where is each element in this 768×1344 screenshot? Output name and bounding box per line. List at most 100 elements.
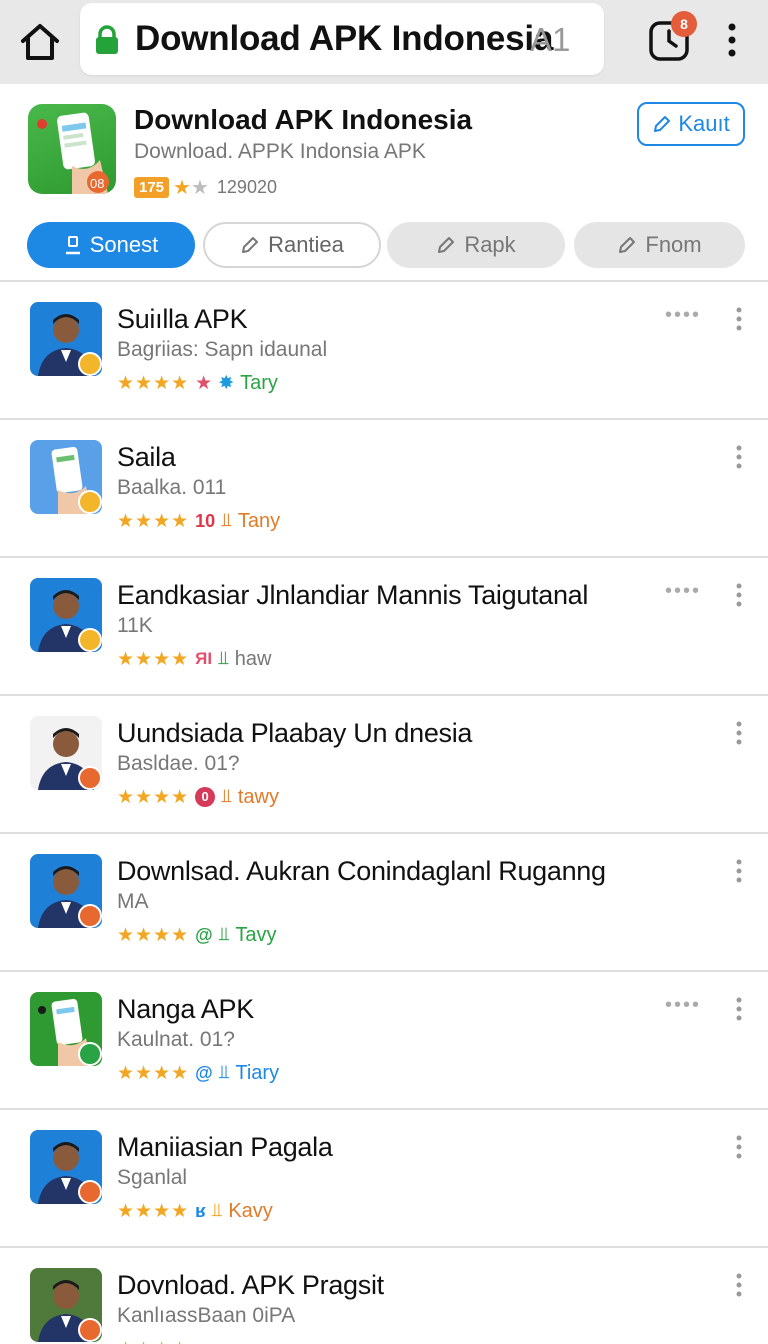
list-item[interactable]: Saila Baalka. 011 ★★★★ 10 ⫫ Tany bbox=[0, 420, 768, 558]
more-dots-icon: •••• bbox=[665, 580, 702, 602]
item-tag: Tary bbox=[240, 371, 278, 394]
circle-icon: 0 bbox=[195, 787, 216, 807]
chart-icon: ⫫ bbox=[211, 1200, 223, 1221]
chip-label: Rapk bbox=[464, 232, 516, 257]
rating-stars: ★★ bbox=[173, 176, 209, 199]
app-list: Suiılla APK Bagriias: Sapn idaunal ★★★★ … bbox=[0, 282, 768, 1344]
app-subtitle: Download. APPK Indonsia APK bbox=[134, 140, 426, 163]
item-subtitle: Baalka. 011 bbox=[117, 476, 227, 499]
chip-label: Rantiea bbox=[268, 232, 344, 257]
chip-rantiea[interactable]: Rantiea bbox=[203, 222, 381, 268]
chip-sonest[interactable]: Sonest bbox=[27, 222, 195, 268]
browser-toolbar: Download APK Indonesia A1 8 bbox=[0, 0, 768, 84]
verified-badge-icon bbox=[78, 904, 102, 928]
item-subtitle: Sganlal bbox=[117, 1166, 188, 1189]
kebab-menu-icon[interactable] bbox=[730, 856, 748, 886]
list-item[interactable]: Suiılla APK Bagriias: Sapn idaunal ★★★★ … bbox=[0, 282, 768, 420]
item-title: Downlsad. Aukran Conindaglanl Ruganng bbox=[117, 856, 606, 886]
pink-star-icon: ★ bbox=[195, 372, 213, 394]
kebab-menu-icon[interactable] bbox=[730, 1132, 748, 1162]
ring-icon: @ bbox=[195, 1062, 213, 1083]
kebab-menu-icon[interactable] bbox=[730, 442, 748, 472]
item-title: Maniiasian Pagala bbox=[117, 1132, 333, 1162]
rating-badge: 175 bbox=[134, 176, 170, 198]
chip-label: Sonest bbox=[89, 232, 159, 257]
item-tag: haw bbox=[234, 647, 272, 670]
pencil-icon bbox=[654, 116, 671, 132]
rating-stars: ★★★★ bbox=[117, 1062, 190, 1084]
pencil-icon bbox=[242, 237, 259, 253]
address-bar[interactable]: Download APK Indonesia A1 bbox=[80, 3, 604, 75]
list-item[interactable]: Uundsiada Plaabay Un dnesia Basldae. 01?… bbox=[0, 696, 768, 834]
rating-stars: ★★★★ bbox=[117, 1338, 189, 1344]
verified-badge-icon bbox=[78, 352, 102, 376]
svg-text:08: 08 bbox=[90, 176, 104, 191]
chart-icon: ⫫ bbox=[218, 924, 230, 945]
app-title: Download APK Indonesia bbox=[134, 104, 473, 135]
item-title: Eandkasiar Jlnlandiar Mannis Taigutanal bbox=[117, 580, 589, 610]
item-subtitle: 11K bbox=[117, 614, 153, 637]
verified-badge-icon bbox=[78, 766, 102, 790]
install-button[interactable]: Kauıt bbox=[637, 102, 745, 146]
item-meta: ★★★★ ЯΙ ⫫ haw bbox=[117, 646, 271, 672]
kebab-menu-icon[interactable] bbox=[730, 994, 748, 1024]
bookmark-icon: ʁ bbox=[195, 1200, 206, 1221]
person-icon bbox=[65, 236, 80, 255]
kebab-menu-icon[interactable] bbox=[730, 1270, 748, 1300]
rating-stars: ★★★★ bbox=[117, 372, 190, 394]
chart-icon: ⫫ bbox=[221, 510, 232, 531]
item-subtitle: Kaulnat. 01? bbox=[117, 1028, 235, 1051]
kebab-menu-icon[interactable] bbox=[730, 718, 748, 748]
item-meta: ★★★★ 0 ⫫ tawy bbox=[117, 784, 279, 810]
item-tag: Kavy bbox=[228, 1199, 273, 1222]
verified-badge-icon bbox=[78, 628, 102, 652]
chip-fnom[interactable]: Fnom bbox=[574, 222, 745, 268]
verified-badge-icon bbox=[78, 1180, 102, 1204]
item-title: Uundsiada Plaabay Un dnesia bbox=[117, 718, 473, 748]
item-subtitle: KanlıassBaan 0iPA bbox=[117, 1304, 296, 1327]
item-subtitle: MA bbox=[117, 890, 149, 913]
app-icon: 08 bbox=[28, 104, 116, 194]
item-title: Suiılla APK bbox=[117, 304, 248, 334]
trend-icon: ЯΙ bbox=[195, 649, 213, 668]
list-item[interactable]: Eandkasiar Jlnlandiar Mannis Taigutanal … bbox=[0, 558, 768, 696]
list-item[interactable]: Dovnload. APK Pragsit KanlıassBaan 0iPA … bbox=[0, 1248, 768, 1344]
item-subtitle: Basldae. 01? bbox=[117, 752, 240, 775]
more-dots-icon: •••• bbox=[665, 994, 702, 1016]
chip-rapk[interactable]: Rapk bbox=[387, 222, 565, 268]
item-tag: Tavy bbox=[235, 923, 277, 946]
list-item[interactable]: Nanga APK Kaulnat. 01? ★★★★ @ ⫫ Tiary ••… bbox=[0, 972, 768, 1110]
rating-stars: ★★★★ bbox=[117, 924, 190, 946]
chip-label: Fnom bbox=[645, 232, 702, 257]
rating-stars: ★★★★ bbox=[117, 1200, 190, 1222]
kebab-menu-icon[interactable] bbox=[730, 580, 748, 610]
item-tag: tawy bbox=[237, 785, 279, 808]
list-item[interactable]: Downlsad. Aukran Conindaglanl Ruganng MA… bbox=[0, 834, 768, 972]
item-meta: ★★★★ bbox=[117, 1336, 189, 1344]
chart-icon: ⫫ bbox=[218, 1062, 230, 1083]
app-meta: 175 ★★ 129020 bbox=[134, 174, 277, 200]
item-title: Saila bbox=[117, 442, 176, 472]
more-dots-icon: •••• bbox=[665, 304, 702, 326]
ring-icon: @ bbox=[195, 924, 213, 945]
item-tag: Tany bbox=[237, 509, 281, 532]
pencil-icon bbox=[619, 237, 636, 253]
home-icon[interactable] bbox=[18, 20, 62, 64]
app-header: 08 Download APK Indonesia Download. APPK… bbox=[0, 84, 768, 280]
kebab-menu-icon[interactable] bbox=[730, 304, 748, 334]
verified-badge-icon bbox=[78, 1318, 102, 1342]
more-vert-icon[interactable] bbox=[718, 18, 746, 62]
notification-badge: 8 bbox=[671, 11, 697, 37]
list-item[interactable]: Maniiasian Pagala Sganlal ★★★★ ʁ ⫫ Kavy bbox=[0, 1110, 768, 1248]
item-tag: Tiary bbox=[235, 1061, 280, 1084]
install-button-label: Kauıt bbox=[678, 111, 730, 136]
item-meta: ★★★★ 10 ⫫ Tany bbox=[117, 508, 280, 534]
rating-stars: ★★★★ bbox=[117, 786, 190, 808]
rank-number: 10 bbox=[195, 510, 216, 531]
rating-stars: ★★★★ bbox=[117, 648, 190, 670]
download-count: 129020 bbox=[216, 176, 277, 197]
chart-icon: ⫫ bbox=[221, 786, 232, 807]
item-meta: ★★★★ @ ⫫ Tavy bbox=[117, 922, 277, 948]
rating-stars: ★★★★ bbox=[117, 510, 190, 532]
item-title: Nanga APK bbox=[117, 994, 254, 1024]
